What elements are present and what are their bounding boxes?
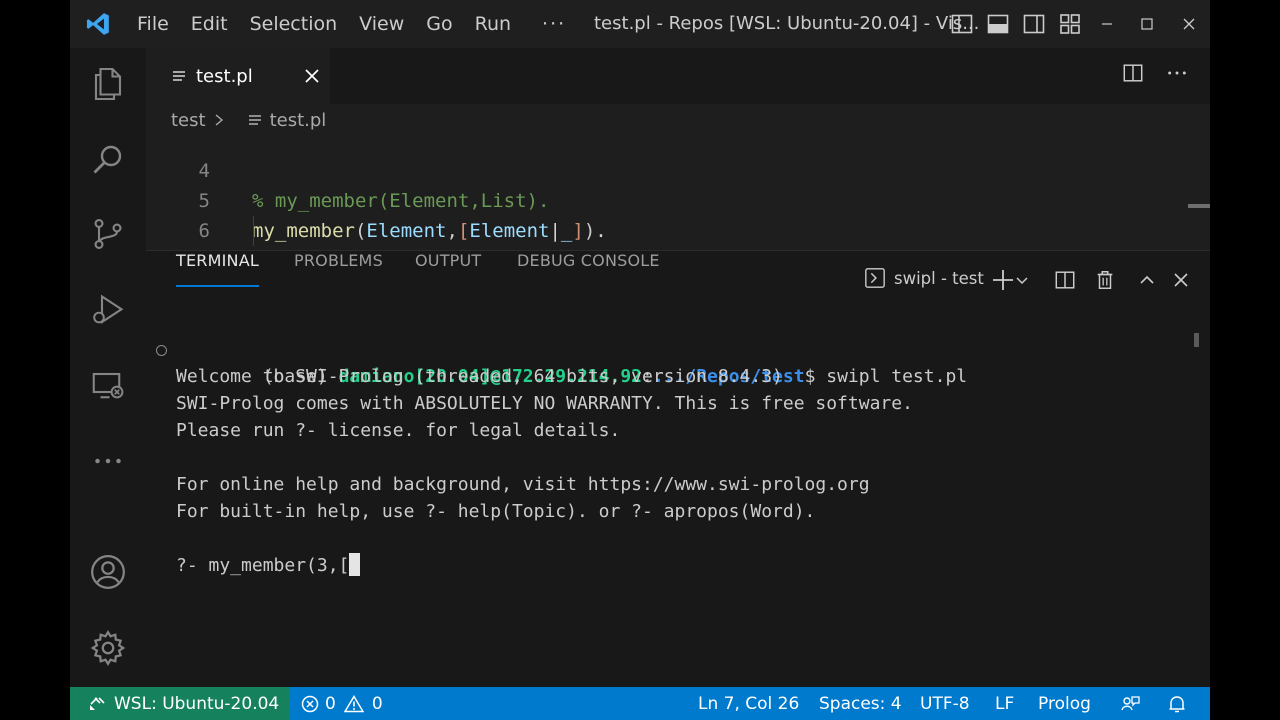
vscode-window: File Edit Selection View Go Run ··· test… [70, 0, 1210, 720]
toggle-panel-icon[interactable] [986, 12, 1010, 36]
accounts-icon[interactable] [88, 552, 128, 592]
chevron-right-icon [215, 114, 223, 126]
tab-terminal[interactable]: TERMINAL [176, 251, 259, 287]
terminal-line: For online help and background, visit ht… [176, 474, 870, 495]
prolog-file-icon [248, 115, 261, 125]
indentation[interactable]: Spaces: 4 [819, 687, 902, 720]
window-title: test.pl - Repos [WSL: Ubuntu-20.04] - Vi… [594, 13, 980, 34]
breadcrumb-folder[interactable]: test [171, 110, 206, 131]
toggle-sidebar-icon[interactable] [950, 12, 974, 36]
editor-tabs: test.pl [146, 48, 1210, 104]
status-bar: WSL: Ubuntu-20.04 0 0 Ln 7, Col 26 Space… [70, 687, 1210, 720]
warning-count: 0 [371, 693, 383, 714]
kill-terminal-trash-icon[interactable] [1092, 267, 1118, 293]
tab-label: test.pl [196, 65, 253, 87]
tab-debug-console[interactable]: DEBUG CONSOLE [517, 251, 660, 287]
notifications-bell-icon[interactable] [1167, 687, 1187, 720]
command-decoration-icon [156, 345, 167, 356]
window-close-icon[interactable] [1168, 0, 1210, 48]
warning-icon [343, 694, 364, 712]
terminal-line: Please run ?- license. for legal details… [176, 420, 621, 441]
terminal-selector[interactable]: swipl - test [864, 267, 984, 289]
bottom-panel: TERMINAL PROBLEMS OUTPUT DEBUG CONSOLE s… [146, 250, 1210, 687]
code-line: 7 my_member(Element,T). [146, 216, 1146, 246]
editor-scrollbar[interactable] [1188, 204, 1210, 208]
customize-layout-icon[interactable] [1058, 12, 1082, 36]
terminal-query: ?- my_member(3,[ [176, 555, 350, 576]
menu-go[interactable]: Go [415, 13, 463, 35]
tab-close-icon[interactable] [300, 64, 324, 88]
remote-label: WSL: Ubuntu-20.04 [114, 693, 280, 714]
menu-bar: File Edit Selection View Go Run ··· [126, 13, 577, 35]
terminal-line: SWI-Prolog comes with ABSOLUTELY NO WARR… [176, 393, 913, 414]
indent-guide [253, 216, 254, 246]
breadcrumb-file[interactable]: test.pl [270, 110, 327, 131]
run-debug-icon[interactable] [88, 290, 128, 330]
tab-test-pl[interactable]: test.pl [146, 48, 330, 104]
letterbox-left [0, 0, 70, 720]
feedback-icon[interactable] [1120, 687, 1140, 720]
vscode-logo-icon [70, 0, 126, 48]
explorer-icon[interactable] [88, 64, 128, 104]
toggle-secondary-sidebar-icon[interactable] [1022, 12, 1046, 36]
end-of-line[interactable]: LF [995, 687, 1014, 720]
error-icon [301, 695, 319, 712]
title-bar: File Edit Selection View Go Run ··· test… [70, 0, 1210, 48]
tab-problems[interactable]: PROBLEMS [294, 251, 383, 287]
remote-indicator[interactable]: WSL: Ubuntu-20.04 [70, 687, 289, 720]
remote-explorer-icon[interactable] [88, 366, 128, 406]
menu-view[interactable]: View [348, 13, 415, 35]
terminal-line: Welcome to SWI-Prolog (threaded, 64 bits… [176, 366, 783, 387]
maximize-panel-chevron-up-icon[interactable] [1134, 267, 1160, 293]
search-icon[interactable] [88, 139, 128, 179]
code-line: 6 my_member(Element,[_|T]):- [146, 186, 1146, 242]
menu-more[interactable]: ··· [522, 13, 577, 35]
minimize-icon[interactable] [1086, 0, 1128, 48]
split-terminal-icon[interactable] [1052, 267, 1078, 293]
error-count: 0 [325, 693, 336, 714]
terminal-icon [865, 268, 885, 288]
terminal-line: For built-in help, use ?- help(Topic). o… [176, 501, 816, 522]
menu-run[interactable]: Run [464, 13, 522, 35]
tab-output[interactable]: OUTPUT [415, 251, 481, 287]
menu-edit[interactable]: Edit [180, 13, 239, 35]
split-editor-icon[interactable] [1122, 62, 1144, 84]
language-mode[interactable]: Prolog [1038, 687, 1091, 720]
source-control-icon[interactable] [88, 214, 128, 254]
letterbox-right [1210, 0, 1280, 720]
maximize-icon[interactable] [1126, 0, 1168, 48]
more-views-icon[interactable] [88, 441, 128, 481]
menu-file[interactable]: File [126, 13, 180, 35]
terminal-input-line: ?- my_member(3,[ [176, 552, 361, 579]
code-editor[interactable]: 4 % my_member(Element,List). 5 my_member… [146, 130, 1210, 250]
terminal-prompt-line: (base) damiano[20.04]@172.29.214.92:.../… [156, 336, 967, 387]
terminal-name: swipl - test [894, 268, 984, 288]
new-terminal-icon[interactable] [990, 267, 1016, 293]
cursor-position[interactable]: Ln 7, Col 26 [698, 687, 799, 720]
problems-status[interactable]: 0 0 [301, 687, 383, 720]
prolog-file-icon [173, 71, 185, 81]
terminal-cursor [349, 553, 361, 576]
menu-selection[interactable]: Selection [239, 13, 349, 35]
code-line: 5 my_member(Element,[Element|_]). [146, 156, 1146, 242]
more-actions-icon[interactable] [1166, 62, 1188, 84]
manage-gear-icon[interactable] [88, 628, 128, 668]
prompt-command: $ swipl test.pl [804, 366, 968, 387]
terminal-scrollbar[interactable] [1194, 333, 1199, 347]
encoding[interactable]: UTF-8 [920, 687, 970, 720]
activity-bar [70, 48, 146, 687]
chevron-down-icon[interactable] [1014, 267, 1030, 293]
remote-icon [90, 696, 105, 710]
code-line: 4 % my_member(Element,List). [146, 130, 1146, 212]
close-panel-icon[interactable] [1168, 267, 1194, 293]
